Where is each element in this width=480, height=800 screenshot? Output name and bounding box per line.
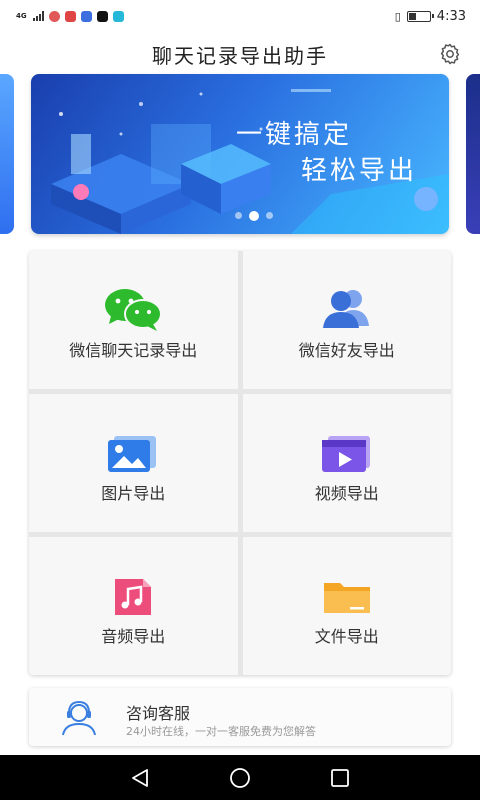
message-notification-icon — [112, 10, 124, 22]
audio-export-tile[interactable]: 音频导出 — [29, 537, 238, 675]
music-icon — [101, 573, 165, 621]
support-subtitle: 24小时在线，一对一客服免费为您解答 — [126, 725, 316, 738]
banner-subheadline: 轻松导出 — [301, 156, 418, 186]
wechat-icon — [101, 285, 165, 333]
video-icon — [315, 430, 379, 478]
banner-peek-next[interactable] — [466, 74, 480, 234]
folder-icon — [315, 573, 379, 621]
mail-notification-icon — [64, 10, 76, 22]
wechat-friends-export-tile[interactable]: 微信好友导出 — [242, 251, 451, 389]
network-label: 4G — [16, 11, 27, 20]
wechat-chat-export-tile[interactable]: 微信聊天记录导出 — [29, 251, 238, 389]
battery-icon — [406, 10, 434, 22]
promo-banner[interactable]: 一键搞定 轻松导出 — [31, 74, 449, 234]
tile-label: 文件导出 — [314, 627, 379, 646]
tile-label: 微信聊天记录导出 — [69, 341, 198, 360]
status-right: ▯ 4:33 — [395, 9, 466, 24]
carousel-dot[interactable] — [235, 212, 242, 219]
status-bar: 4G ▯ 4:33 — [0, 0, 480, 32]
signal-icon — [32, 11, 44, 21]
image-icon — [101, 430, 165, 478]
video-export-tile[interactable]: 视频导出 — [242, 394, 451, 532]
headset-agent-icon — [62, 700, 96, 736]
app-header: 聊天记录导出助手 — [0, 36, 480, 72]
customer-service-card[interactable]: 咨询客服 24小时在线，一对一客服免费为您解答 — [29, 688, 451, 746]
image-export-tile[interactable]: 图片导出 — [29, 394, 238, 532]
status-left: 4G — [16, 10, 124, 22]
gear-icon[interactable] — [438, 42, 462, 66]
tile-label: 视频导出 — [314, 484, 379, 503]
recents-square-icon[interactable] — [328, 766, 352, 790]
contacts-icon — [315, 285, 379, 333]
tile-label: 图片导出 — [101, 484, 166, 503]
file-export-tile[interactable]: 文件导出 — [242, 537, 451, 675]
clock: 4:33 — [436, 8, 466, 24]
tile-label: 音频导出 — [101, 627, 166, 646]
vibrate-icon: ▯ — [394, 9, 401, 23]
carousel-indicator — [235, 211, 273, 221]
system-nav-bar — [0, 755, 480, 800]
home-circle-icon[interactable] — [228, 766, 252, 790]
carousel-dot[interactable] — [266, 212, 273, 219]
paw-notification-icon — [80, 10, 92, 22]
page-title: 聊天记录导出助手 — [152, 43, 328, 68]
support-title: 咨询客服 — [126, 704, 191, 723]
banner-headline: 一键搞定 — [236, 120, 353, 150]
tile-label: 微信好友导出 — [298, 341, 395, 360]
feature-grid: 微信聊天记录导出 微信好友导出 图片导出 视频导出 音频导出 文件导出 — [29, 251, 451, 675]
banner-peek-previous[interactable] — [0, 74, 14, 234]
back-triangle-icon[interactable] — [128, 766, 152, 790]
carousel-dot[interactable] — [249, 211, 259, 221]
app-notification-icon — [48, 10, 60, 22]
tiktok-notification-icon — [96, 10, 108, 22]
